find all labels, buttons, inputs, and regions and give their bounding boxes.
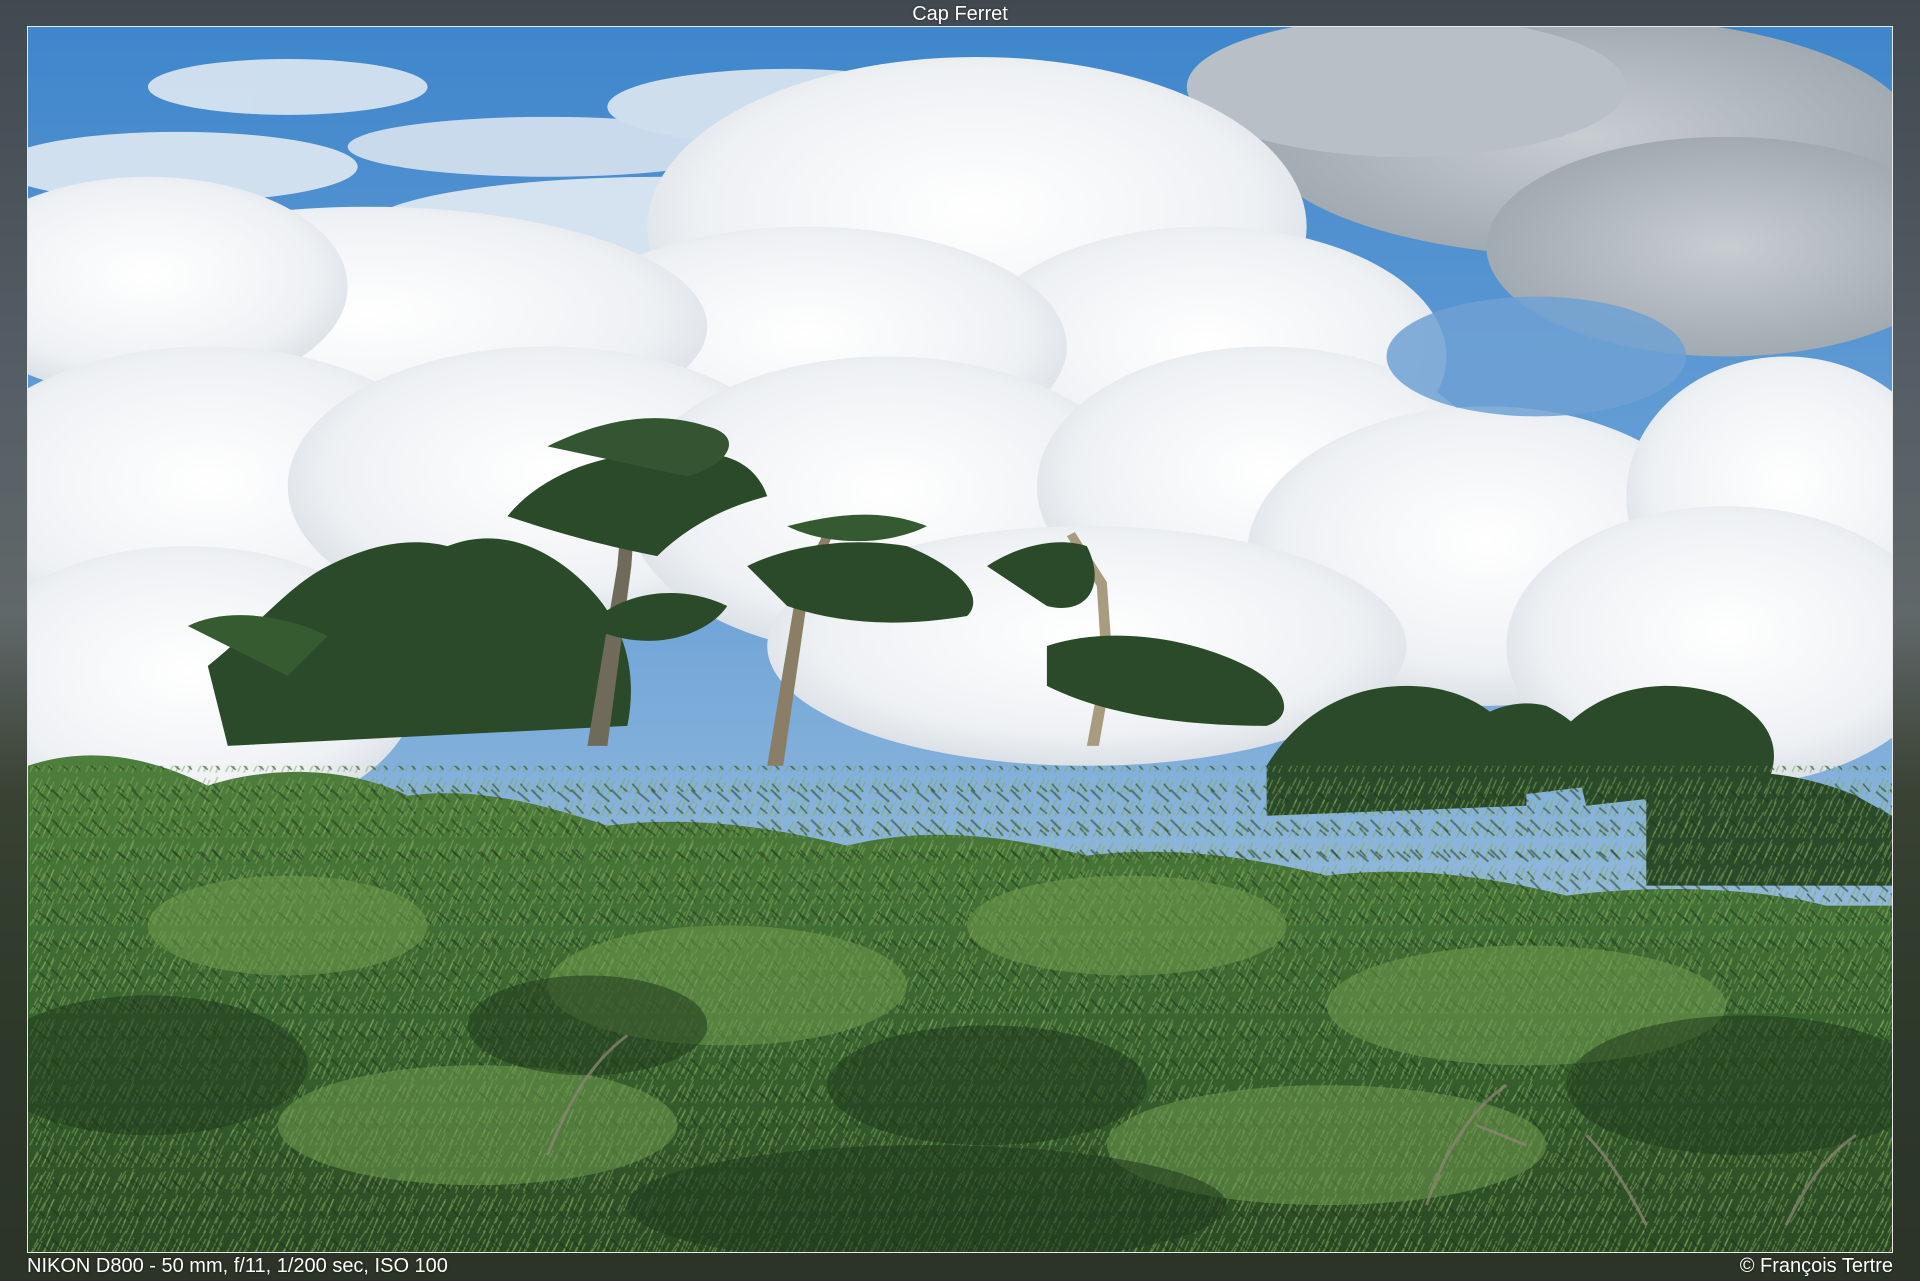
camera-exif-info: NIKON D800 - 50 mm, f/11, 1/200 sec, ISO… [27,1255,448,1277]
landscape-photo [27,26,1893,1253]
copyright-notice: © François Tertre [1739,1255,1893,1277]
photo-illustration [28,27,1892,1252]
photo-viewer: Cap Ferret NIKON D800 - 50 mm, f/11, 1/2… [0,0,1920,1281]
photo-title: Cap Ferret [912,3,1008,25]
